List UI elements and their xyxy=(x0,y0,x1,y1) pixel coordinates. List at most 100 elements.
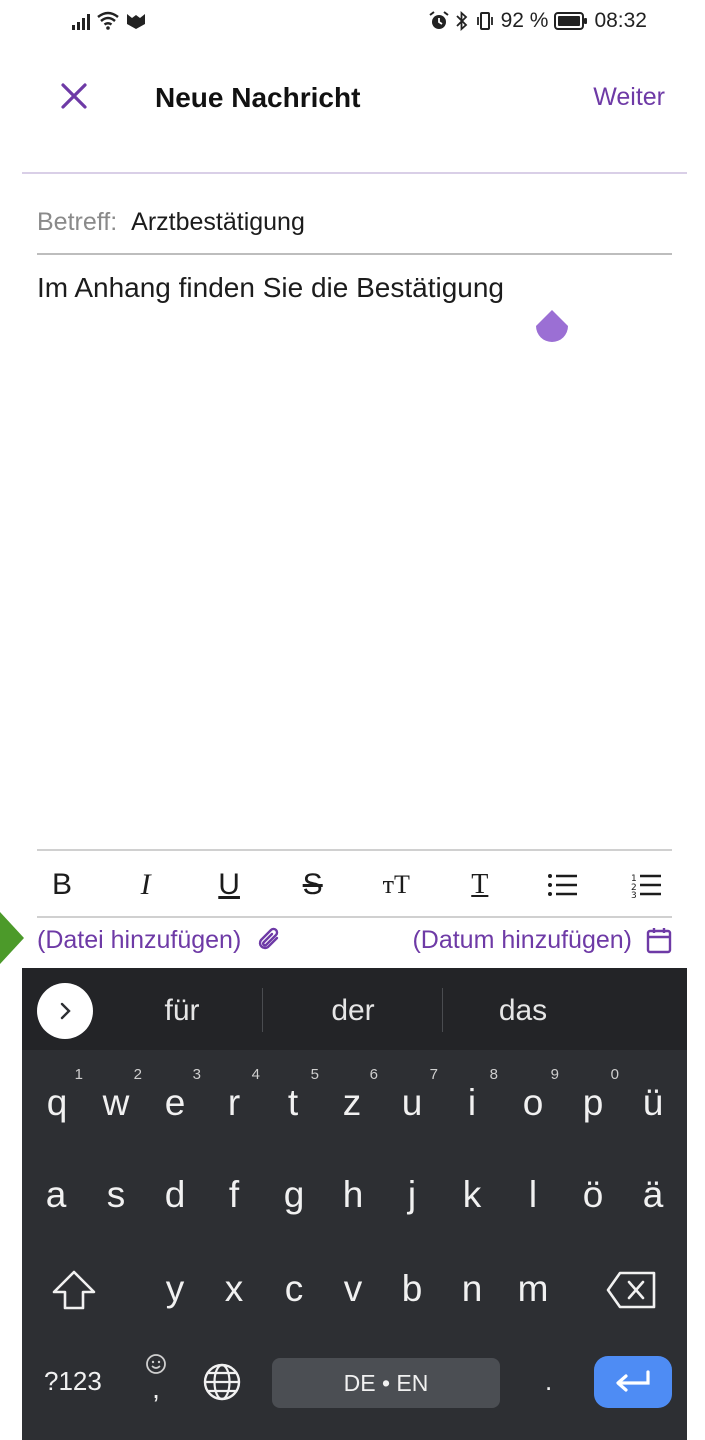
key-g[interactable]: g xyxy=(266,1174,322,1216)
subject-input[interactable]: Arztbestätigung xyxy=(131,208,305,237)
key-j[interactable]: j xyxy=(384,1174,440,1216)
attachment-row: (Datei hinzufügen) (Datum hinzufügen) xyxy=(37,922,672,958)
strikethrough-icon: S xyxy=(302,868,323,901)
key-z[interactable]: z6 xyxy=(324,1066,380,1124)
suggestion-2[interactable]: der xyxy=(283,994,423,1028)
wifi-icon xyxy=(97,11,119,30)
key-v[interactable]: v xyxy=(325,1268,381,1310)
page-title: Neue Nachricht xyxy=(155,82,361,113)
bulleted-list-button[interactable] xyxy=(538,860,588,910)
enter-key[interactable] xyxy=(594,1356,672,1408)
key-a[interactable]: a xyxy=(28,1174,84,1216)
key-label: s xyxy=(106,1174,126,1215)
bold-icon: B xyxy=(51,868,72,901)
key-o[interactable]: o9 xyxy=(505,1066,561,1124)
clock: 08:32 xyxy=(594,9,647,32)
expand-suggestions-button[interactable] xyxy=(37,983,93,1039)
key-p[interactable]: p0 xyxy=(565,1066,621,1124)
comma-label: , xyxy=(152,1373,160,1404)
key-oe[interactable]: ö xyxy=(565,1174,621,1216)
key-label: c xyxy=(284,1268,304,1309)
add-file-button[interactable]: (Datei hinzufügen) xyxy=(37,926,283,955)
key-label: w xyxy=(102,1082,130,1123)
key-label: e xyxy=(164,1082,186,1123)
close-icon xyxy=(61,83,87,109)
key-label: f xyxy=(228,1174,240,1215)
app-icon xyxy=(127,14,145,29)
key-label: r xyxy=(227,1082,241,1123)
key-hint: 8 xyxy=(489,1066,498,1083)
toolbar-divider-top xyxy=(37,849,672,851)
key-x[interactable]: x xyxy=(206,1268,262,1310)
calendar-icon xyxy=(646,928,672,954)
key-f[interactable]: f xyxy=(206,1174,262,1216)
alarm-icon xyxy=(428,11,449,29)
key-label: u xyxy=(401,1082,423,1123)
message-body[interactable]: Im Anhang finden Sie die Bestätigung xyxy=(37,272,504,304)
toolbar-divider-bottom xyxy=(37,916,672,918)
signal-icon xyxy=(72,12,90,30)
text-cursor-handle[interactable] xyxy=(533,310,571,350)
key-label: z xyxy=(342,1082,362,1123)
key-hint: 6 xyxy=(369,1066,378,1083)
italic-button[interactable]: I xyxy=(121,860,171,910)
suggestion-3[interactable]: das xyxy=(453,994,593,1028)
strikethrough-button[interactable]: S xyxy=(288,860,338,910)
close-button[interactable] xyxy=(54,76,94,116)
suggestion-divider xyxy=(262,988,263,1032)
key-b[interactable]: b xyxy=(384,1268,440,1310)
key-s[interactable]: s xyxy=(88,1174,144,1216)
key-label: y xyxy=(165,1268,185,1309)
key-h[interactable]: h xyxy=(325,1174,381,1216)
battery-percent: 92 % xyxy=(500,9,549,32)
key-q[interactable]: q1 xyxy=(29,1066,85,1124)
key-k[interactable]: k xyxy=(444,1174,500,1216)
key-label: a xyxy=(45,1174,67,1215)
key-ae[interactable]: ä xyxy=(625,1174,681,1216)
key-hint: 0 xyxy=(610,1066,619,1083)
key-y[interactable]: y xyxy=(147,1268,203,1310)
space-key[interactable]: DE • EN xyxy=(272,1358,500,1408)
cursor-drop-icon xyxy=(536,310,568,342)
text-style-button[interactable]: T xyxy=(455,860,505,910)
key-hint: 9 xyxy=(550,1066,559,1083)
key-i[interactable]: i8 xyxy=(444,1066,500,1124)
text-size-icon: тT xyxy=(382,870,410,899)
subject-field[interactable]: Betreff: Arztbestätigung xyxy=(37,208,672,255)
shift-key[interactable] xyxy=(50,1268,98,1317)
next-button[interactable]: Weiter xyxy=(593,83,665,112)
vibrate-icon xyxy=(476,12,493,30)
backspace-key[interactable] xyxy=(606,1270,658,1315)
key-m[interactable]: m xyxy=(505,1268,561,1310)
key-r[interactable]: r4 xyxy=(206,1066,262,1124)
key-t[interactable]: t5 xyxy=(265,1066,321,1124)
key-c[interactable]: c xyxy=(266,1268,322,1310)
key-label: ä xyxy=(642,1174,664,1215)
text-size-button[interactable]: тT xyxy=(371,860,421,910)
format-toolbar: B I U S тT T 1 2 3 xyxy=(37,860,672,910)
suggestion-1[interactable]: für xyxy=(112,994,252,1028)
key-label: ö xyxy=(582,1174,604,1215)
key-e[interactable]: e3 xyxy=(147,1066,203,1124)
key-ue[interactable]: ü xyxy=(625,1082,681,1124)
period-key[interactable]: . xyxy=(545,1366,552,1397)
comma-key[interactable]: , xyxy=(144,1352,168,1405)
key-n[interactable]: n xyxy=(444,1268,500,1310)
key-u[interactable]: u7 xyxy=(384,1066,440,1124)
language-key[interactable] xyxy=(202,1362,242,1407)
symbols-key[interactable]: ?123 xyxy=(44,1366,102,1397)
underline-button[interactable]: U xyxy=(204,860,254,910)
header-divider xyxy=(22,172,687,174)
bold-button[interactable]: B xyxy=(37,860,87,910)
key-label: b xyxy=(401,1268,423,1309)
add-date-button[interactable]: (Datum hinzufügen) xyxy=(412,926,672,955)
key-d[interactable]: d xyxy=(147,1174,203,1216)
key-label: v xyxy=(343,1268,363,1309)
key-w[interactable]: w2 xyxy=(88,1066,144,1124)
numbered-list-button[interactable]: 1 2 3 xyxy=(622,860,672,910)
key-label: q xyxy=(46,1082,68,1123)
key-label: l xyxy=(528,1174,538,1215)
key-l[interactable]: l xyxy=(505,1174,561,1216)
bluetooth-icon xyxy=(455,11,467,31)
key-label: i xyxy=(467,1082,477,1123)
